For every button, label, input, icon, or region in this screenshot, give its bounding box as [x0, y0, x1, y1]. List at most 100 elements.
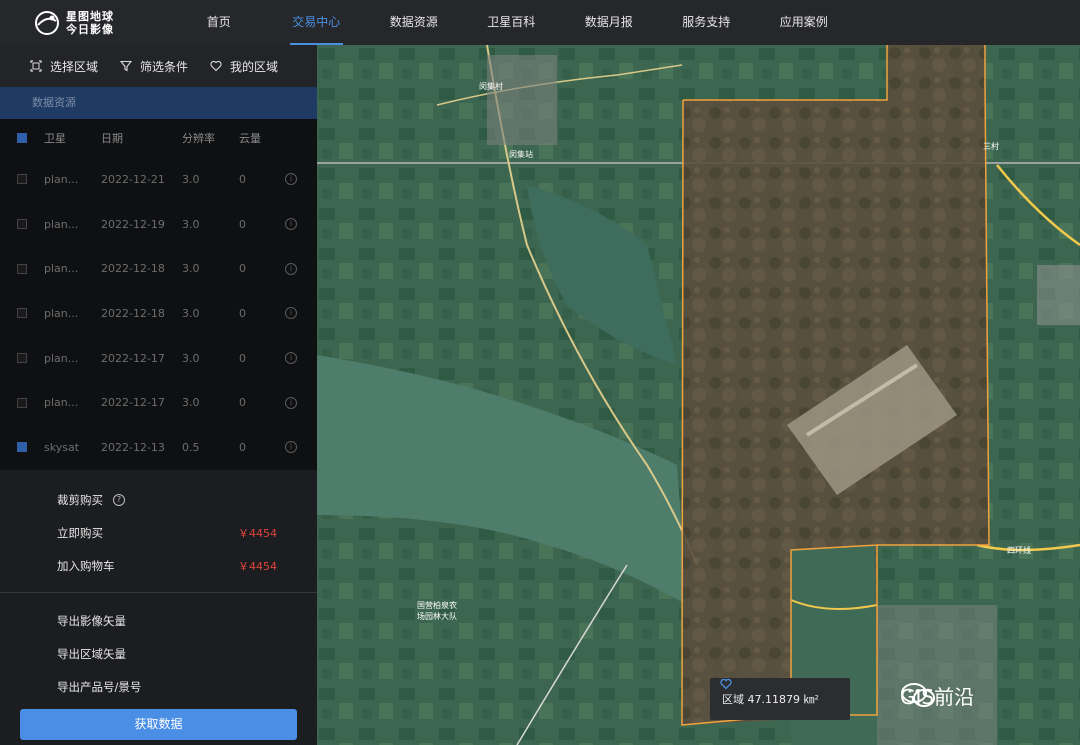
info-icon[interactable]: i — [285, 352, 297, 365]
row-date: 2022-12-17 — [101, 351, 165, 365]
nav-service-support[interactable]: 服务支持 — [658, 0, 756, 45]
row-resolution: 3.0 — [182, 306, 200, 320]
row-checkbox[interactable] — [17, 397, 27, 408]
table-row[interactable]: skysat 2022-12-13 0.5 0 i — [0, 425, 317, 470]
row-cloud: 0 — [239, 396, 246, 410]
row-satellite: plan... — [44, 351, 79, 365]
divider — [0, 591, 317, 593]
export-image-vector[interactable]: 导出影像矢量 — [0, 605, 317, 638]
sidebar: 选择区域 筛选条件 我的区域 数据资源 卫星 日期 分辨率 云量 plan...… — [0, 45, 317, 745]
table-header: 卫星 日期 分辨率 云量 — [0, 119, 317, 157]
table-row[interactable]: plan... 2022-12-19 3.0 0 i — [0, 202, 317, 247]
satellite-map[interactable] — [317, 45, 1080, 745]
nav-data-resources[interactable]: 数据资源 — [365, 0, 463, 45]
row-date: 2022-12-18 — [101, 262, 165, 276]
col-resolution[interactable]: 分辨率 — [182, 130, 239, 146]
row-resolution: 3.0 — [182, 396, 200, 410]
row-checkbox[interactable] — [17, 442, 27, 453]
top-bar: 星图地球 今日影像 首页 交易中心 数据资源 卫星百科 数据月报 服务支持 应用… — [0, 0, 1080, 45]
map-label-forest: 国营柏泉农 场园林大队 — [417, 601, 457, 621]
area-value: 区域 47.11879 ㎞² — [722, 693, 819, 706]
row-satellite: plan... — [44, 172, 79, 186]
row-cloud: 0 — [239, 217, 246, 231]
section-title: 数据资源 — [0, 87, 317, 119]
row-date: 2022-12-19 — [101, 217, 165, 231]
my-area-button[interactable]: 我的区域 — [210, 58, 278, 75]
add-cart-price: ￥4454 — [238, 560, 277, 574]
map-label-village-right: 三村 — [983, 142, 999, 151]
info-icon[interactable]: i — [285, 218, 297, 231]
row-cloud: 0 — [239, 306, 246, 320]
row-date: 2022-12-18 — [101, 306, 165, 320]
nav-monthly-report[interactable]: 数据月报 — [560, 0, 658, 45]
row-satellite: plan... — [44, 306, 79, 320]
nav-trading-center[interactable]: 交易中心 — [268, 0, 366, 45]
nav-home[interactable]: 首页 — [170, 0, 268, 45]
map-label-road: 四环线 — [1007, 546, 1031, 555]
row-satellite: skysat — [44, 440, 80, 454]
logo-text: 星图地球 今日影像 — [66, 10, 114, 36]
col-cloud[interactable]: 云量 — [239, 130, 281, 146]
row-resolution: 3.0 — [182, 262, 200, 276]
buy-now-price: ￥4454 — [238, 527, 277, 541]
map-view[interactable]: 国营柏泉农 场园林大队 闵集站 闵集村 三村 四环线 区域 47.11879 ㎞… — [317, 45, 1080, 745]
nav-use-cases[interactable]: 应用案例 — [755, 0, 853, 45]
row-resolution: 3.0 — [182, 351, 200, 365]
table-row[interactable]: plan... 2022-12-17 3.0 0 i — [0, 380, 317, 425]
add-cart-row[interactable]: 加入购物车 ￥4454 — [0, 550, 317, 583]
main-nav: 首页 交易中心 数据资源 卫星百科 数据月报 服务支持 应用案例 — [170, 0, 853, 45]
heart-icon — [210, 60, 222, 72]
col-satellite[interactable]: 卫星 — [44, 130, 101, 146]
row-satellite: plan... — [44, 262, 79, 276]
info-icon[interactable]: i — [285, 396, 297, 409]
get-data-button[interactable]: 获取数据 — [20, 709, 297, 740]
select-area-button[interactable]: 选择区域 — [30, 58, 98, 75]
help-icon[interactable]: ? — [113, 494, 125, 507]
logo[interactable]: 星图地球 今日影像 — [34, 6, 144, 40]
purchase-panel: 裁剪购买 ? 立即购买 ￥4454 加入购物车 ￥4454 导出影像矢量 导出区… — [0, 469, 317, 704]
table-row[interactable]: plan... 2022-12-18 3.0 0 i — [0, 291, 317, 336]
export-area-vector[interactable]: 导出区域矢量 — [0, 638, 317, 671]
row-checkbox[interactable] — [17, 353, 27, 364]
filter-label: 筛选条件 — [140, 59, 189, 74]
table-row[interactable]: plan... 2022-12-21 3.0 0 i — [0, 157, 317, 202]
row-cloud: 0 — [239, 351, 246, 365]
row-resolution: 3.0 — [182, 172, 200, 186]
crop-buy-row[interactable]: 裁剪购买 ? — [0, 484, 317, 517]
filter-icon — [120, 60, 133, 72]
row-satellite: plan... — [44, 217, 79, 231]
row-checkbox[interactable] — [17, 308, 27, 319]
select-all-checkbox[interactable] — [17, 133, 27, 143]
row-cloud: 0 — [239, 262, 246, 276]
logo-line1: 星图地球 — [66, 10, 114, 23]
buy-now-row[interactable]: 立即购买 ￥4454 — [0, 517, 317, 550]
crop-buy-label: 裁剪购买 — [57, 493, 103, 508]
col-date[interactable]: 日期 — [101, 130, 182, 146]
row-resolution: 3.0 — [182, 217, 200, 231]
info-icon[interactable]: i — [285, 173, 297, 186]
map-label-village-top: 闵集村 — [479, 82, 503, 91]
info-icon[interactable]: i — [285, 262, 297, 275]
data-table: 卫星 日期 分辨率 云量 plan... 2022-12-21 3.0 0 i plan.… — [0, 119, 317, 470]
row-date: 2022-12-13 — [101, 440, 165, 454]
row-cloud: 0 — [239, 172, 246, 186]
nav-satellite-wiki[interactable]: 卫星百科 — [463, 0, 561, 45]
info-icon[interactable]: i — [285, 441, 297, 454]
favorite-heart-icon[interactable] — [720, 678, 732, 690]
add-cart-label: 加入购物车 — [57, 559, 115, 574]
row-cloud: 0 — [239, 440, 246, 454]
watermark: GIS前沿 — [900, 681, 974, 710]
row-satellite: plan... — [44, 396, 79, 410]
logo-icon — [35, 11, 59, 35]
row-checkbox[interactable] — [17, 263, 27, 274]
select-area-label: 选择区域 — [50, 59, 99, 74]
filter-button[interactable]: 筛选条件 — [120, 58, 188, 75]
table-row[interactable]: plan... 2022-12-17 3.0 0 i — [0, 336, 317, 381]
area-info-box: 区域 47.11879 ㎞² — [710, 678, 850, 720]
logo-line2: 今日影像 — [66, 23, 114, 36]
table-row[interactable]: plan... 2022-12-18 3.0 0 i — [0, 246, 317, 291]
row-checkbox[interactable] — [17, 219, 27, 230]
row-checkbox[interactable] — [17, 174, 27, 185]
info-icon[interactable]: i — [285, 307, 297, 320]
export-product-id[interactable]: 导出产品号/景号 — [0, 671, 317, 704]
